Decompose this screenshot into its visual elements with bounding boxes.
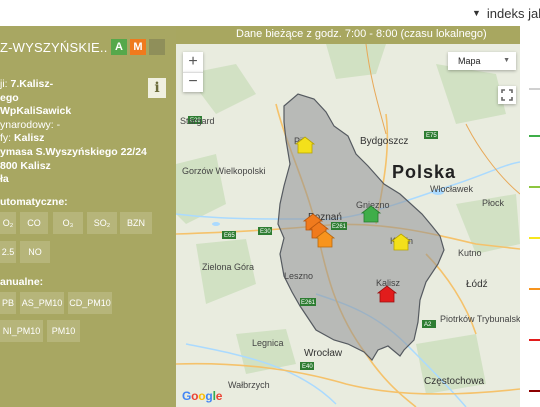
detail-row: WpKaliSawick (0, 105, 72, 118)
legend-color-bad (529, 339, 540, 341)
city-label: Bydgoszcz (360, 136, 408, 147)
road-label: E65 (224, 233, 235, 239)
road-label: E75 (426, 133, 437, 139)
city-label: Łódź (466, 279, 488, 290)
legend-color-very-good (529, 135, 540, 137)
chip-cd-pm10[interactable]: CD_PM10 (68, 292, 112, 314)
city-label: Leszno (284, 271, 313, 281)
city-label: Zielona Góra (202, 262, 254, 272)
city-label: Legnica (252, 338, 284, 348)
legend-color-very-bad (529, 390, 540, 392)
manual-badge[interactable]: M (130, 39, 146, 55)
map-view[interactable]: E75 E261 E30 E65 E261 A2 E40 E28 Stargar… (176, 44, 520, 407)
city-label: Częstochowa (424, 376, 484, 387)
legend-color-none (529, 88, 540, 90)
zoom-in-button[interactable]: + (183, 52, 203, 72)
city-label: Piotrków Trybunalski (440, 314, 520, 324)
caret-down-icon: ▼ (472, 8, 481, 18)
station-title: Z-WYSZYŃSKIE.. (0, 40, 108, 55)
chip-so2[interactable]: SO₂ (87, 212, 117, 234)
map-type-select[interactable]: Mapa ▼ (448, 52, 516, 70)
chip-o2[interactable]: O₂ (0, 212, 16, 234)
road-label: E40 (302, 364, 313, 370)
detail-row: ynarodowy: - (0, 118, 61, 131)
legend-color-sufficient (529, 288, 540, 290)
chip-pm25[interactable]: 2.5 (0, 241, 16, 263)
chip-o3[interactable]: O₃ (53, 212, 83, 234)
manual-section-label: anualne: (0, 276, 44, 288)
station-panel: Z-WYSZYŃSKIE.. A M i ji: 7.Kalisz- ego W… (0, 26, 176, 407)
chip-pm10[interactable]: PM10 (47, 320, 80, 342)
road-label: E261 (301, 300, 316, 306)
google-logo: Google (182, 389, 223, 403)
detail-row: ji: 7.Kalisz- (0, 78, 54, 90)
info-button[interactable]: i (148, 78, 166, 98)
city-label: Stargard (180, 116, 215, 126)
chip-co[interactable]: CO (20, 212, 48, 234)
legend-color-moderate (529, 237, 540, 239)
detail-row: ymasa S.Wyszyńskiego 22/24 (0, 145, 147, 158)
legend-color-good (529, 186, 540, 188)
city-label: Wrocław (304, 348, 343, 359)
city-label: Gorzów Wielkopolski (182, 166, 266, 176)
automatic-section-label: utomatyczne: (0, 196, 68, 208)
other-badge[interactable] (149, 39, 165, 55)
city-label: Włocławek (430, 184, 474, 194)
country-label: Polska (392, 162, 456, 182)
detail-row: fy: Kalisz (0, 132, 45, 145)
caret-down-icon: ▼ (503, 57, 510, 64)
zoom-out-button[interactable]: − (183, 72, 203, 92)
detail-row: 800 Kalisz (0, 159, 51, 172)
chip-pb[interactable]: PB (0, 292, 16, 314)
data-time-info: Dane bieżące z godz. 7:00 - 8:00 (czasu … (236, 28, 487, 40)
station-details: ji: 7.Kalisz- ego WpKaliSawick ynarodowy… (0, 78, 147, 187)
chip-as-pm10[interactable]: AS_PM10 (20, 292, 64, 314)
fullscreen-button[interactable] (498, 86, 516, 104)
index-dropdown[interactable]: ▼ indeks jako (466, 0, 540, 26)
detail-row: ego (0, 91, 19, 104)
fullscreen-icon (501, 89, 513, 101)
road-label: E261 (332, 224, 347, 230)
city-label: Wałbrzych (228, 380, 270, 390)
automatic-badge[interactable]: A (111, 39, 127, 55)
chip-ni-pm10[interactable]: NI_PM10 (0, 320, 43, 342)
road-label: A2 (424, 322, 432, 328)
city-label: Kutno (458, 248, 482, 258)
chip-no[interactable]: NO (20, 241, 50, 263)
index-legend (520, 26, 540, 407)
chip-bzn[interactable]: BZN (120, 212, 152, 234)
road-label: E30 (260, 229, 271, 235)
map-type-label: Mapa (458, 56, 481, 66)
city-label: Płock (482, 198, 505, 208)
index-dropdown-label: indeks jako (486, 5, 540, 21)
detail-row: ła (0, 173, 9, 186)
map-canvas: E75 E261 E30 E65 E261 A2 E40 E28 Stargar… (176, 44, 520, 407)
